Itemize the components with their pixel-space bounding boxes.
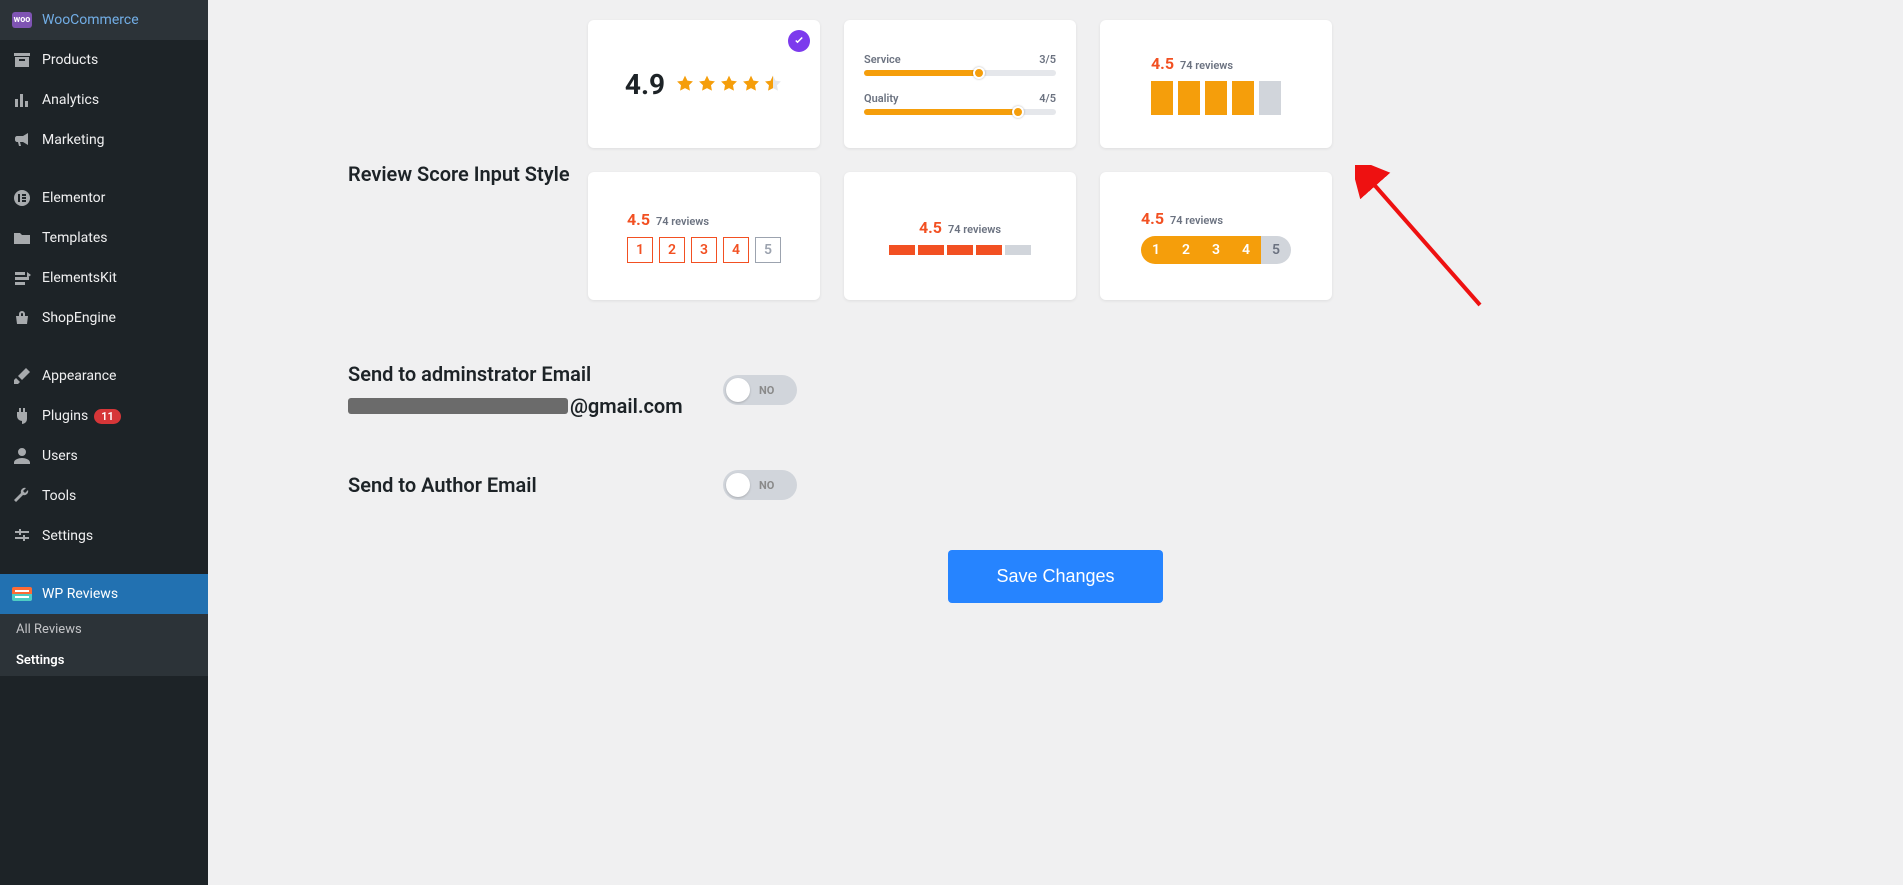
review-score-style-row: Review Score Input Style 4.9: [348, 20, 1763, 300]
sidebar-item-users[interactable]: Users: [0, 436, 208, 476]
sidebar-item-label: WP Reviews: [42, 586, 118, 602]
sidebar-item-label: Marketing: [42, 132, 105, 148]
sidebar-item-label: Templates: [42, 230, 108, 246]
selected-check-icon: [788, 30, 810, 52]
sidebar-item-label: Tools: [42, 488, 76, 504]
slider-track: [864, 109, 1056, 115]
folder-icon: [12, 228, 32, 248]
toggle-state-label: NO: [759, 479, 774, 492]
basket-icon: [12, 308, 32, 328]
save-button[interactable]: Save Changes: [948, 550, 1162, 603]
sliders-icon: [12, 526, 32, 546]
author-email-label: Send to Author Email: [348, 471, 723, 499]
megaphone-icon: [12, 130, 32, 150]
number-box-group: 1 2 3 4 5: [627, 237, 781, 263]
submenu-settings[interactable]: Settings: [0, 645, 208, 676]
sidebar-item-plugins[interactable]: Plugins 11: [0, 396, 208, 436]
admin-sidebar: woo WooCommerce Products Analytics Marke…: [0, 0, 208, 885]
sidebar-item-label: Users: [42, 448, 78, 464]
review-count: 74 reviews: [1170, 214, 1223, 227]
slider-label: Service: [864, 53, 901, 66]
style-option-stars[interactable]: 4.9: [588, 20, 820, 148]
review-score-style-label: Review Score Input Style: [348, 20, 588, 300]
sidebar-item-elementskit[interactable]: ElementsKit: [0, 258, 208, 298]
style-option-sliders[interactable]: Service 3/5 Quality 4/5: [844, 20, 1076, 148]
sidebar-item-label: Analytics: [42, 92, 99, 108]
sidebar-item-products[interactable]: Products: [0, 40, 208, 80]
star-group: [675, 74, 783, 94]
woocommerce-icon: woo: [12, 10, 32, 30]
style-option-number-boxes[interactable]: 4.5 74 reviews 1 2 3 4 5: [588, 172, 820, 300]
slider-value: 4/5: [1039, 92, 1056, 105]
admin-email-toggle[interactable]: NO: [723, 375, 797, 405]
score-value: 4.5: [919, 218, 942, 237]
score-value: 4.5: [627, 210, 650, 229]
sidebar-item-settings[interactable]: Settings: [0, 516, 208, 556]
chart-icon: [12, 90, 32, 110]
sidebar-item-woocommerce[interactable]: woo WooCommerce: [0, 0, 208, 40]
review-count: 74 reviews: [656, 215, 709, 228]
star-icon: [719, 74, 739, 94]
star-icon: [741, 74, 761, 94]
admin-email-row: Send to adminstrator Email @gmail.com NO: [348, 360, 1763, 420]
author-email-row: Send to Author Email NO: [348, 470, 1763, 500]
redacted-email: [348, 398, 568, 414]
sidebar-item-wpreviews[interactable]: WP Reviews: [0, 574, 208, 614]
sidebar-item-appearance[interactable]: Appearance: [0, 356, 208, 396]
sidebar-item-label: Settings: [42, 528, 93, 544]
archive-icon: [12, 50, 32, 70]
sidebar-item-label: ShopEngine: [42, 310, 116, 326]
sidebar-item-marketing[interactable]: Marketing: [0, 120, 208, 160]
sidebar-item-label: Elementor: [42, 190, 105, 206]
style-option-segmented-bars[interactable]: 4.5 74 reviews: [844, 172, 1076, 300]
wrench-icon: [12, 486, 32, 506]
sidebar-item-templates[interactable]: Templates: [0, 218, 208, 258]
segment-group: [889, 245, 1031, 255]
score-value: 4.5: [1151, 54, 1174, 73]
sidebar-item-label: Products: [42, 52, 98, 68]
sidebar-item-elementor[interactable]: Elementor: [0, 178, 208, 218]
slider-value: 3/5: [1039, 53, 1056, 66]
admin-email-label: Send to adminstrator Email: [348, 360, 723, 388]
style-option-pill[interactable]: 4.5 74 reviews 1 2 3 4 5: [1100, 172, 1332, 300]
bar-group: [1151, 81, 1281, 115]
score-value: 4.9: [625, 68, 665, 101]
sidebar-item-label: Plugins: [42, 408, 88, 424]
slider-track: [864, 70, 1056, 76]
slider-label: Quality: [864, 92, 899, 105]
sidebar-item-tools[interactable]: Tools: [0, 476, 208, 516]
toggle-state-label: NO: [759, 384, 774, 397]
user-icon: [12, 446, 32, 466]
brush-icon: [12, 366, 32, 386]
sidebar-item-shopengine[interactable]: ShopEngine: [0, 298, 208, 338]
score-value: 4.5: [1141, 209, 1164, 228]
submenu-all-reviews[interactable]: All Reviews: [0, 614, 208, 645]
pill-group: 1 2 3 4 5: [1141, 236, 1291, 264]
elementor-icon: [12, 188, 32, 208]
sidebar-item-analytics[interactable]: Analytics: [0, 80, 208, 120]
sidebar-item-label: Appearance: [42, 368, 116, 384]
elementskit-icon: [12, 268, 32, 288]
author-email-toggle[interactable]: NO: [723, 470, 797, 500]
star-icon: [697, 74, 717, 94]
wpreviews-icon: [12, 584, 32, 604]
style-grid: 4.9 Service 3/5: [588, 20, 1332, 300]
review-count: 74 reviews: [948, 223, 1001, 236]
sidebar-item-label: ElementsKit: [42, 270, 117, 286]
plugins-badge: 11: [94, 409, 121, 424]
plug-icon: [12, 406, 32, 426]
main-content: Review Score Input Style 4.9: [208, 0, 1903, 643]
review-count: 74 reviews: [1180, 59, 1233, 72]
sidebar-item-label: WooCommerce: [42, 12, 139, 28]
admin-email-value: @gmail.com: [348, 392, 723, 420]
style-option-tall-bars[interactable]: 4.5 74 reviews: [1100, 20, 1332, 148]
star-icon: [675, 74, 695, 94]
star-half-icon: [763, 74, 783, 94]
